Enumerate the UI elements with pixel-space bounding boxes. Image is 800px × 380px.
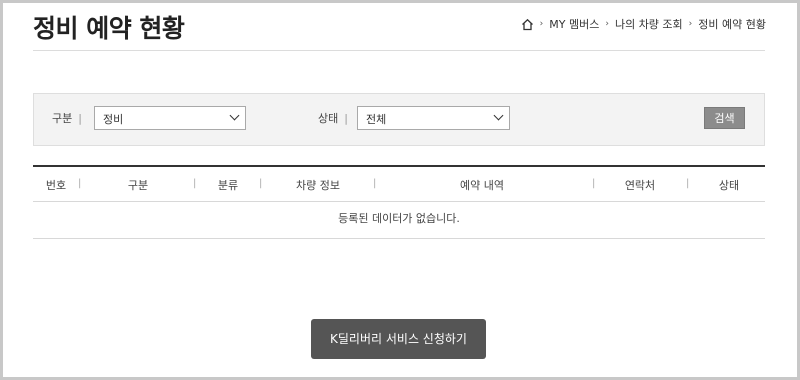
table-header: 번호 | 구분 | 분류 | 차량 정보 | 예약 내역 | 연락처 | 상태 [33, 167, 765, 202]
column-separator: | [78, 178, 82, 189]
breadcrumb-separator: › [688, 19, 693, 29]
column-header-number: 번호 [45, 179, 67, 192]
status-select[interactable]: 전체 [357, 106, 510, 130]
category-select-value: 정비 [103, 113, 124, 126]
chevron-down-icon [493, 110, 504, 121]
column-header-type: 분류 [217, 179, 239, 192]
category-select[interactable]: 정비 [94, 106, 246, 130]
category-label: 구분 | [52, 112, 82, 125]
column-separator: | [686, 178, 690, 189]
column-separator: | [259, 178, 263, 189]
empty-table-message: 등록된 데이터가 없습니다. [33, 202, 765, 239]
search-panel: 구분 | 정비 상태 | 전체 검색 [33, 93, 765, 146]
breadcrumb-separator: › [605, 19, 609, 29]
breadcrumb: › MY 멤버스 › 나의 차량 조회 › 정비 예약 현황 [521, 16, 766, 32]
search-button[interactable]: 검색 [704, 107, 745, 129]
status-label-text: 상태 [318, 112, 339, 125]
breadcrumb-item-current: 정비 예약 현황 [698, 18, 766, 31]
column-header-category: 구분 [127, 179, 149, 192]
status-label: 상태 | [318, 112, 348, 125]
title-divider [33, 50, 765, 51]
column-separator: | [373, 178, 377, 189]
breadcrumb-item-members[interactable]: MY 멤버스 [549, 16, 599, 32]
k-delivery-apply-button[interactable]: K딜리버리 서비스 신청하기 [311, 319, 486, 359]
column-separator: | [592, 178, 596, 189]
column-header-status: 상태 [718, 179, 740, 192]
home-icon[interactable] [521, 18, 534, 31]
page-title: 정비 예약 현황 [33, 14, 185, 43]
column-header-contact: 연락처 [624, 179, 656, 192]
column-header-vehicle: 차량 정보 [296, 179, 340, 192]
chevron-down-icon [229, 110, 240, 121]
column-separator: | [193, 178, 197, 189]
status-select-value: 전체 [366, 113, 387, 126]
breadcrumb-separator: › [539, 19, 544, 29]
breadcrumb-item-vehicle[interactable]: 나의 차량 조회 [615, 16, 683, 32]
category-label-text: 구분 [52, 112, 73, 125]
column-header-reservation: 예약 내역 [460, 179, 504, 192]
